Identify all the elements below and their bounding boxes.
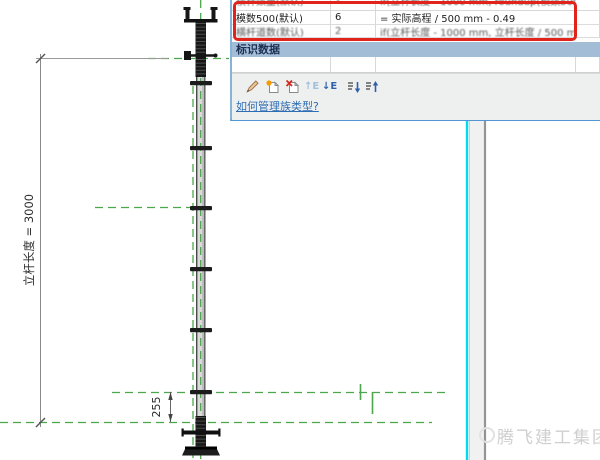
move-parameter-down-icon[interactable]: ↓E — [322, 80, 337, 94]
panel-toolbar-area: ↑E ↓E 如何管理族类型? — [232, 73, 600, 120]
watermark-logo-icon — [479, 427, 495, 443]
parameter-row-empty[interactable] — [232, 57, 600, 73]
param-name-cell[interactable] — [232, 57, 331, 73]
parameter-row-modulus500[interactable]: 模数500(默认) 6 = 实际高程 / 500 mm - 0.49 — [232, 11, 600, 25]
param-lock-cell[interactable] — [576, 57, 600, 73]
wall-section[interactable] — [469, 121, 486, 460]
param-formula-cell[interactable] — [376, 57, 576, 73]
new-parameter-icon[interactable] — [265, 79, 281, 95]
param-formula-cell[interactable]: = 实际高程 / 500 mm - 0.49 — [376, 11, 576, 25]
section-header-identity-data: 标识数据 — [232, 42, 600, 57]
dimension-pole-length[interactable]: 立杆长度 = 3000 — [22, 54, 168, 427]
reference-end-marks[interactable] — [361, 384, 373, 414]
dimension-text-offset: 255 — [150, 397, 163, 418]
watermark-text: 腾飞建工集团 — [497, 423, 600, 448]
param-lock-cell[interactable] — [576, 25, 600, 38]
move-parameter-up-icon[interactable]: ↑E — [304, 80, 319, 94]
param-name-cell[interactable]: 横杆道数(默认) — [232, 25, 331, 38]
parameter-row-clipped[interactable]: 横杆数量(默认) 2 if(立杆长度 - 1000 mm, roundup(模数… — [232, 0, 600, 11]
param-lock-cell[interactable] — [576, 0, 600, 11]
application-canvas: 立杆长度 = 3000 255 腾飞建工集团 横杆数量(默认) 2 if(立杆长… — [0, 0, 600, 460]
param-value-cell[interactable]: 2 — [331, 0, 376, 11]
param-value-cell[interactable]: 2 — [331, 25, 376, 38]
manage-family-types-link[interactable]: 如何管理族类型? — [236, 98, 319, 114]
edit-parameter-icon[interactable] — [244, 79, 260, 95]
dimension-offset-255[interactable]: 255 — [150, 392, 173, 422]
delete-parameter-icon[interactable] — [285, 79, 301, 95]
param-name-cell[interactable]: 横杆数量(默认) — [232, 0, 331, 11]
param-value-cell[interactable] — [331, 57, 376, 73]
param-name-cell[interactable]: 模数500(默认) — [232, 11, 331, 25]
dimension-text-pole-length: 立杆长度 = 3000 — [22, 194, 36, 286]
parameter-row-blurred[interactable]: 横杆道数(默认) 2 if(立杆长度 - 1000 mm, 立杆长度 / 500… — [232, 25, 600, 38]
param-value-cell[interactable]: 6 — [331, 11, 376, 25]
sort-ascending-icon[interactable] — [346, 79, 362, 95]
family-types-panel: 横杆数量(默认) 2 if(立杆长度 - 1000 mm, roundup(模数… — [230, 0, 600, 121]
param-formula-cell[interactable]: if(立杆长度 - 1000 mm, roundup(模数500 / 5), 0… — [376, 0, 576, 11]
param-formula-cell[interactable]: if(立杆长度 - 1000 mm, 立杆长度 / 500 mm, 2) — [376, 25, 576, 38]
param-lock-cell[interactable] — [576, 11, 600, 25]
sort-descending-icon[interactable] — [364, 79, 380, 95]
